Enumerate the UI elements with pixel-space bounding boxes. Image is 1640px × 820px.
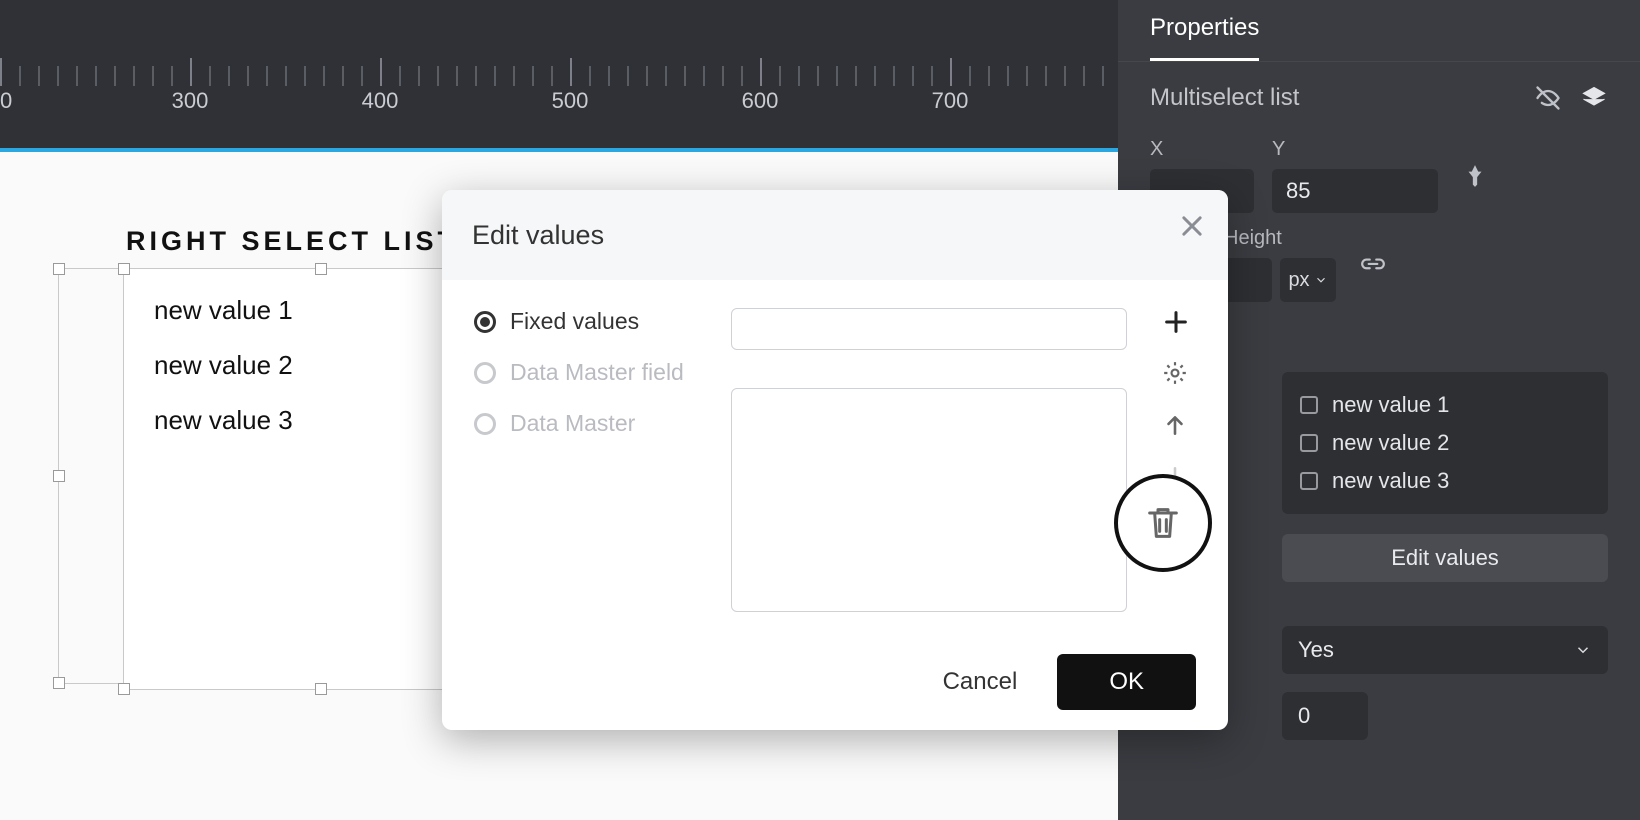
tab-properties[interactable]: Properties [1150,14,1259,61]
ruler-label-0: 0 [0,88,12,114]
resize-handle[interactable] [118,263,130,275]
close-icon[interactable] [1178,212,1206,240]
ruler-label: 400 [362,88,399,114]
radio-label: Data Master field [510,359,684,386]
ruler-label: 300 [172,88,209,114]
radio-data-master[interactable]: Data Master [474,410,701,437]
chevron-down-icon [1314,273,1328,287]
height-unit-select[interactable]: px [1280,258,1336,302]
edit-values-button[interactable]: Edit values [1282,534,1608,582]
values-item[interactable]: new value 1 [1300,386,1590,424]
pin-icon[interactable] [1462,163,1488,189]
radio-icon [474,311,496,333]
radio-fixed-values[interactable]: Fixed values [474,308,701,335]
resize-handle[interactable] [315,683,327,695]
ruler-label: 500 [552,88,589,114]
select-value: Yes [1298,637,1334,663]
resize-handle[interactable] [53,470,65,482]
cancel-button[interactable]: Cancel [943,668,1018,696]
edit-values-dialog: Edit values Fixed values Data Master fie… [442,190,1228,730]
value-listbox[interactable] [731,388,1127,612]
values-item[interactable]: new value 3 [1300,462,1590,500]
values-item[interactable]: new value 2 [1300,424,1590,462]
ruler-label: 700 [932,88,969,114]
radio-icon [474,413,496,435]
checkbox-icon[interactable] [1300,472,1318,490]
canvas-header: 0 300 400 500 600 700 [0,0,1118,148]
ruler: 0 300 400 500 600 700 [0,58,1118,118]
radio-label: Fixed values [510,308,639,335]
height-label: Height [1224,227,1336,250]
link-icon[interactable] [1360,252,1386,278]
y-input[interactable] [1272,169,1438,213]
resize-handle[interactable] [118,683,130,695]
y-label: Y [1272,138,1438,161]
x-label: X [1150,138,1254,161]
delete-value-button[interactable] [1114,474,1212,572]
chevron-down-icon [1574,641,1592,659]
ok-button[interactable]: OK [1057,654,1196,710]
widget-title: RIGHT SELECT LIST [126,226,458,257]
ruler-ticks [0,58,1118,86]
radio-icon [474,362,496,384]
dialog-title: Edit values [472,220,604,251]
enabled-select[interactable]: Yes [1282,626,1608,674]
ruler-label: 600 [742,88,779,114]
resize-handle[interactable] [53,677,65,689]
layers-icon[interactable] [1580,84,1608,112]
checkbox-icon[interactable] [1300,396,1318,414]
arrow-up-icon[interactable] [1162,412,1190,440]
resize-handle[interactable] [53,263,65,275]
add-icon[interactable] [1162,308,1190,336]
radio-group: Fixed values Data Master field Data Mast… [474,308,701,612]
tab-index-input[interactable]: 0 [1282,692,1368,740]
value-input[interactable] [731,308,1127,350]
component-name: Multiselect list [1150,84,1299,112]
hide-icon[interactable] [1534,84,1562,112]
checkbox-icon[interactable] [1300,434,1318,452]
resize-handle[interactable] [315,263,327,275]
values-list: new value 1 new value 2 new value 3 [1282,372,1608,514]
trash-icon [1143,503,1183,543]
gear-icon[interactable] [1162,360,1190,388]
radio-label: Data Master [510,410,635,437]
unit-label: px [1288,269,1309,292]
dialog-header: Edit values [442,190,1228,280]
radio-data-master-field[interactable]: Data Master field [474,359,701,386]
